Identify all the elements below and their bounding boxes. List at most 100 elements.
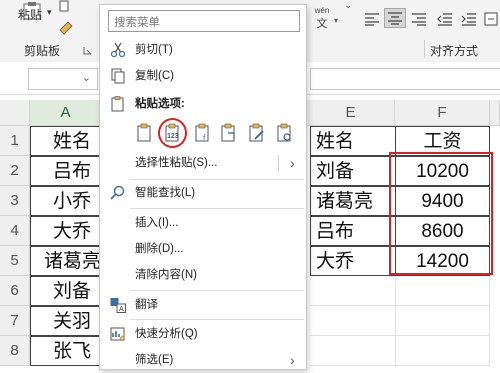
phonetic-more-icon[interactable]: ⌄ <box>344 0 352 11</box>
cell-a7[interactable]: 关羽 <box>30 306 102 336</box>
paste-keep-format-icon[interactable] <box>136 123 154 143</box>
cell-f8[interactable] <box>395 336 490 366</box>
paste-button[interactable]: 粘贴 <box>18 2 48 36</box>
row-header[interactable]: 2 <box>0 156 30 186</box>
decrease-indent-icon[interactable] <box>437 12 453 26</box>
insert-label: 插入(I)... <box>135 217 179 229</box>
chevron-down-icon[interactable]: ▾ <box>47 7 52 18</box>
paste-link-icon[interactable] <box>276 123 294 143</box>
paste-options-header: 粘贴选项: <box>100 91 306 117</box>
column-header-g[interactable] <box>490 100 500 126</box>
cell-f6[interactable] <box>395 276 490 306</box>
filter-label: 筛选(E) <box>135 354 174 366</box>
cell-a3[interactable]: 小乔 <box>30 186 102 216</box>
filter-submenu-arrow-icon: › <box>290 352 295 368</box>
cell-e2[interactable]: 刘备 <box>310 156 396 186</box>
menu-search-placeholder: 搜索菜单 <box>114 17 160 29</box>
cell-e7[interactable] <box>310 306 396 336</box>
menu-search-input[interactable]: 搜索菜单 <box>108 10 300 32</box>
cell-a4[interactable]: 大乔 <box>30 216 102 246</box>
menu-separator <box>130 319 304 320</box>
phonetic-chevron-icon[interactable]: ▾ <box>334 16 338 25</box>
menu-separator <box>130 290 304 291</box>
select-all-corner[interactable] <box>0 100 30 126</box>
increase-indent-icon[interactable] <box>461 12 477 26</box>
ribbon-divider <box>424 40 425 58</box>
clear-contents-label: 清除内容(N) <box>135 269 197 281</box>
merge-center-icon[interactable] <box>484 12 498 26</box>
cell-e5[interactable]: 大乔 <box>310 246 396 276</box>
menu-separator <box>130 208 304 209</box>
cell-a6[interactable]: 刘备 <box>30 276 102 306</box>
copy-small-icon[interactable] <box>58 0 72 14</box>
row-header[interactable]: 8 <box>0 336 30 366</box>
paste-transpose-icon[interactable] <box>220 123 238 143</box>
menu-item-paste-special[interactable]: 选择性粘贴(S)... › <box>100 150 306 176</box>
dialog-launcher-icon[interactable] <box>83 46 92 55</box>
phonetic-bottom: 文 <box>316 18 328 30</box>
cell-e8[interactable] <box>310 336 396 366</box>
menu-item-delete[interactable]: 删除(D)... <box>100 236 306 262</box>
cell-e1[interactable]: 姓名 <box>310 126 396 156</box>
paste-special-label: 选择性粘贴(S)... <box>135 157 218 169</box>
context-menu: 搜索菜单 剪切(T) 复制(C) 粘贴选项: 123 f 选择性粘贴(S)...… <box>99 4 307 370</box>
cell-a5[interactable]: 诸葛亮 <box>30 246 102 276</box>
column-header-a[interactable]: A <box>30 100 102 126</box>
menu-item-cut[interactable]: 剪切(T) <box>100 37 306 63</box>
formula-input[interactable] <box>310 68 500 90</box>
paste-values-highlight <box>158 118 187 148</box>
column-header-e[interactable]: E <box>307 100 395 126</box>
cut-label: 剪切(T) <box>135 44 173 56</box>
phonetic-guide-button[interactable]: wén 文 <box>311 6 333 36</box>
align-left-icon[interactable] <box>364 12 380 26</box>
cell-e3[interactable]: 诸葛亮 <box>310 186 396 216</box>
paste-options-label: 粘贴选项: <box>135 98 185 110</box>
submenu-arrow-icon: › <box>290 155 295 171</box>
column-header-f[interactable]: F <box>395 100 490 126</box>
name-box-chevron-icon[interactable]: ⌄ <box>82 71 91 84</box>
align-center-icon <box>388 12 402 25</box>
magnifier-icon <box>110 185 125 200</box>
copy-icon <box>111 68 125 84</box>
paste-label: 粘贴 <box>18 8 43 22</box>
menu-item-quick-analysis[interactable]: 快速分析(Q) <box>100 321 306 347</box>
menu-item-translate[interactable]: A 翻译 <box>100 292 306 318</box>
row-header[interactable]: 3 <box>0 186 30 216</box>
cell-a8[interactable]: 张飞 <box>30 336 102 366</box>
name-box[interactable]: ⌄ <box>28 68 98 90</box>
row-header[interactable]: 6 <box>0 276 30 306</box>
quick-analysis-icon <box>110 327 126 341</box>
row-header[interactable]: 4 <box>0 216 30 246</box>
cell-a2[interactable]: 吕布 <box>30 156 102 186</box>
row-header[interactable]: 1 <box>0 126 30 156</box>
translate-label: 翻译 <box>135 299 158 311</box>
quick-analysis-label: 快速分析(Q) <box>135 328 198 340</box>
menu-item-insert[interactable]: 插入(I)... <box>100 210 306 236</box>
copy-label: 复制(C) <box>135 70 174 82</box>
highlight-box <box>389 152 493 275</box>
menu-item-smart-lookup[interactable]: 智能查找(L) <box>100 180 306 206</box>
format-painter-icon[interactable] <box>58 20 74 36</box>
row-header[interactable]: 5 <box>0 246 30 276</box>
smart-lookup-label: 智能查找(L) <box>135 187 196 199</box>
phonetic-top: wén <box>314 6 330 15</box>
submenu-divider <box>278 155 279 171</box>
scissors-icon <box>110 42 126 58</box>
menu-item-copy[interactable]: 复制(C) <box>100 63 306 89</box>
clipboard-group-label: 剪贴板 <box>24 44 61 58</box>
menu-item-clear-contents[interactable]: 清除内容(N) <box>100 262 306 288</box>
delete-label: 删除(D)... <box>135 243 184 255</box>
cell-e4[interactable]: 吕布 <box>310 216 396 246</box>
menu-item-filter[interactable]: 筛选(E) › <box>100 347 306 373</box>
paste-formula-icon[interactable]: f <box>194 123 212 143</box>
align-center-button[interactable] <box>384 8 406 28</box>
cell-f7[interactable] <box>395 306 490 336</box>
align-right-icon[interactable] <box>411 12 427 26</box>
paste-formatting-icon[interactable] <box>248 123 266 143</box>
cell-a1[interactable]: 姓名 <box>30 126 102 156</box>
row-header[interactable]: 7 <box>0 306 30 336</box>
svg-text:A: A <box>119 305 124 313</box>
clipboard-icon <box>111 96 124 112</box>
cell-e6[interactable] <box>310 276 396 306</box>
alignment-group-label: 对齐方式 <box>430 44 479 58</box>
